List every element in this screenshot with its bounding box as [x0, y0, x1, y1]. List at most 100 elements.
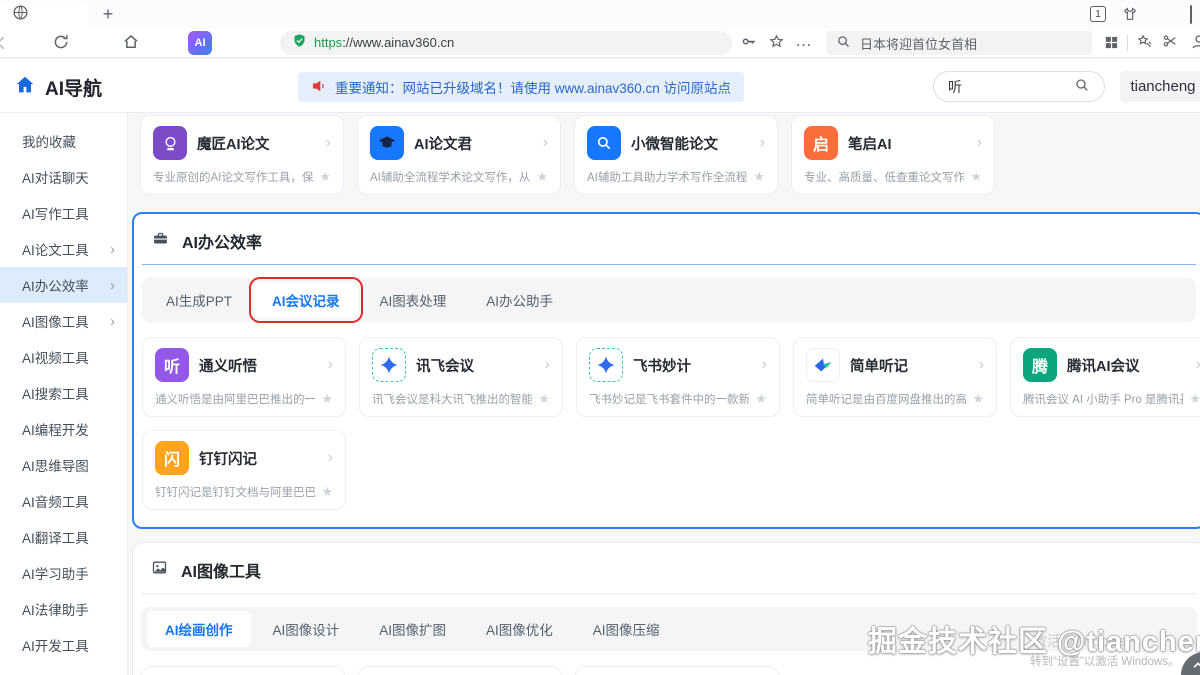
sidebar-item-label: AI提示词: [22, 671, 75, 675]
tool-title: 飞书妙计: [633, 355, 691, 376]
collections-icon[interactable]: [1136, 33, 1153, 55]
sidebar-item-favorites[interactable]: 我的收藏: [0, 123, 127, 159]
sidebar-item-ai-video[interactable]: AI视频工具: [0, 339, 127, 375]
tool-card-mojiang[interactable]: 魔匠AI论文 › 专业原创的AI论文写作工具，保证原...★: [140, 115, 344, 195]
tool-card-partial[interactable]: [141, 666, 345, 675]
news-search-box[interactable]: 日本将迎首位女首相: [826, 31, 1092, 55]
office-cards-grid: 听 通义听悟 › 通义听悟是由阿里巴巴推出的一款专...★ 讯飞会议 › 讯飞会…: [142, 337, 1196, 510]
shan-glyph-icon: 闪: [155, 441, 189, 475]
tab-ai-image-expand[interactable]: AI图像扩图: [361, 611, 464, 647]
sidebar-item-ai-image[interactable]: AI图像工具›: [0, 303, 127, 339]
sidebar-item-ai-mindmap[interactable]: AI思维导图: [0, 447, 127, 483]
sidebar-item-ai-legal[interactable]: AI法律助手: [0, 591, 127, 627]
favorite-star-icon[interactable]: ★: [538, 391, 550, 407]
tool-card-biqi[interactable]: 启 笔启AI › 专业、高质量、低查重论文写作助手★: [791, 115, 995, 195]
sidebar-item-ai-audio[interactable]: AI音频工具: [0, 483, 127, 519]
new-tab-button[interactable]: +: [96, 3, 120, 25]
category-sidebar: 我的收藏 AI对话聊天 AI写作工具 AI论文工具› AI办公效率› AI图像工…: [0, 113, 128, 675]
sidebar-item-ai-dev[interactable]: AI开发工具: [0, 627, 127, 663]
tool-card-partial[interactable]: [358, 666, 562, 675]
home-button[interactable]: [122, 33, 140, 56]
web-capture-scissors-icon[interactable]: [1162, 33, 1178, 54]
chevron-right-icon: ›: [328, 449, 333, 467]
tab-ai-chart[interactable]: AI图表处理: [362, 282, 465, 318]
back-button[interactable]: [0, 33, 12, 58]
sidebar-item-ai-chat[interactable]: AI对话聊天: [0, 159, 127, 195]
chevron-right-icon: ›: [760, 134, 765, 152]
sidebar-item-label: AI搜索工具: [22, 383, 89, 403]
tool-card-partial[interactable]: [575, 666, 779, 675]
sidebar-item-ai-translate[interactable]: AI翻译工具: [0, 519, 127, 555]
favorite-star-icon[interactable]: ★: [753, 169, 765, 185]
favorite-star-icon[interactable]: ★: [972, 391, 984, 407]
tab-ai-meeting-record[interactable]: AI会议记录: [254, 282, 358, 318]
chevron-right-icon: ›: [762, 356, 767, 374]
favorite-star-icon[interactable]: ★: [319, 169, 331, 185]
crystal-ball-icon: [153, 126, 187, 160]
password-key-icon[interactable]: [740, 33, 757, 55]
notice-banner[interactable]: 重要通知：网站已升级域名！请使用 www.ainav360.cn 访问原站点: [298, 72, 744, 102]
tab-ai-image-optimize[interactable]: AI图像优化: [468, 611, 571, 647]
tab-ai-office-assistant[interactable]: AI办公助手: [468, 282, 571, 318]
sidebar-item-ai-office[interactable]: AI办公效率›: [0, 267, 127, 303]
tool-card-tencent-meeting[interactable]: 腾 腾讯AI会议 › 腾讯会议 AI 小助手 Pro 是腾讯基于最★: [1010, 337, 1200, 417]
tool-card-xunfei-meeting[interactable]: 讯飞会议 › 讯飞会议是科大讯飞推出的智能 AI 云★: [359, 337, 563, 417]
sidebar-item-ai-writing[interactable]: AI写作工具: [0, 195, 127, 231]
favorite-star-icon[interactable]: ★: [321, 484, 333, 500]
username-button[interactable]: tiancheng: [1120, 71, 1200, 102]
chevron-up-icon: [1190, 661, 1200, 675]
tab-count-badge[interactable]: 1: [1090, 6, 1106, 22]
browser-essentials-icon[interactable]: [1122, 6, 1138, 27]
favorite-star-icon[interactable]: ★: [755, 391, 767, 407]
ai-extension-icon[interactable]: AI: [188, 31, 212, 55]
sidebar-item-ai-coding[interactable]: AI编程开发: [0, 411, 127, 447]
chevron-right-icon: ›: [110, 277, 115, 294]
sidebar-item-ai-learning[interactable]: AI学习助手: [0, 555, 127, 591]
sidebar-item-label: AI法律助手: [22, 599, 89, 619]
tab-ai-image-design[interactable]: AI图像设计: [255, 611, 358, 647]
browser-tab[interactable]: [0, 2, 88, 28]
sidebar-item-label: AI视频工具: [22, 347, 89, 367]
favorite-star-icon[interactable]: ★: [536, 169, 548, 185]
chevron-right-icon: ›: [110, 241, 115, 258]
chevron-right-icon: ›: [977, 134, 982, 152]
tool-desc: 简单听记是由百度网盘推出的高效音...: [806, 391, 966, 407]
tool-card-lunwenjun[interactable]: AI论文君 › AI辅助全流程学术论文写作，从选题...★: [357, 115, 561, 195]
sidebar-item-ai-search[interactable]: AI搜索工具: [0, 375, 127, 411]
refresh-button[interactable]: [52, 33, 70, 56]
community-watermark: 掘金技术社区 @tiancheng: [868, 618, 1200, 660]
tool-card-xiaowei[interactable]: 小微智能论文 › AI辅助工具助力学术写作全流程★: [574, 115, 778, 195]
tool-desc: 专业原创的AI论文写作工具，保证原...: [153, 169, 313, 185]
site-logo[interactable]: AI导航: [14, 74, 102, 101]
sidebar-item-partial[interactable]: AI提示词: [0, 663, 127, 675]
profile-icon[interactable]: [1190, 33, 1200, 56]
section-title: AI办公效率: [182, 229, 262, 253]
favorite-star-icon[interactable]: ★: [321, 391, 333, 407]
graduation-cap-icon: [370, 126, 404, 160]
site-search-input[interactable]: 听: [933, 71, 1105, 102]
megaphone-icon: [311, 78, 327, 97]
more-options-icon[interactable]: …: [795, 28, 812, 54]
sidebar-item-ai-paper[interactable]: AI论文工具›: [0, 231, 127, 267]
search-icon[interactable]: [1074, 77, 1090, 96]
qi-glyph-icon: 启: [804, 126, 838, 160]
favorite-star-icon[interactable]: ★: [1189, 391, 1200, 407]
favorite-star-icon[interactable]: ★: [970, 169, 982, 185]
notice-text: 重要通知：网站已升级域名！请使用 www.ainav360.cn 访问原站点: [335, 77, 731, 97]
tool-card-tingwu[interactable]: 听 通义听悟 › 通义听悟是由阿里巴巴推出的一款专...★: [142, 337, 346, 417]
favorite-star-button[interactable]: [768, 33, 785, 55]
tab-ai-ppt[interactable]: AI生成PPT: [148, 282, 250, 318]
tab-ai-painting[interactable]: AI绘画创作: [147, 611, 251, 647]
tool-title: 笔启AI: [848, 133, 892, 154]
tool-card-feishu-minutes[interactable]: 飞书妙计 › 飞书妙记是飞书套件中的一款新一代...★: [576, 337, 780, 417]
tool-card-jiandan-tingji[interactable]: 简单听记 › 简单听记是由百度网盘推出的高效音...★: [793, 337, 997, 417]
apps-grid-icon[interactable]: [1104, 35, 1119, 55]
security-shield-icon[interactable]: [292, 33, 307, 53]
tab-ai-image-compress[interactable]: AI图像压缩: [575, 611, 678, 647]
address-bar[interactable]: https://www.ainav360.cn: [280, 31, 732, 55]
sidebar-item-label: AI编程开发: [22, 419, 89, 439]
sidebar-item-label: AI翻译工具: [22, 527, 89, 547]
tool-card-dingtalk-flash[interactable]: 闪 钉钉闪记 › 钉钉闪记是钉钉文档与阿里巴巴达摩...★: [142, 430, 346, 510]
tool-title: 小微智能论文: [631, 133, 718, 154]
maximize-button[interactable]: [1190, 6, 1192, 24]
